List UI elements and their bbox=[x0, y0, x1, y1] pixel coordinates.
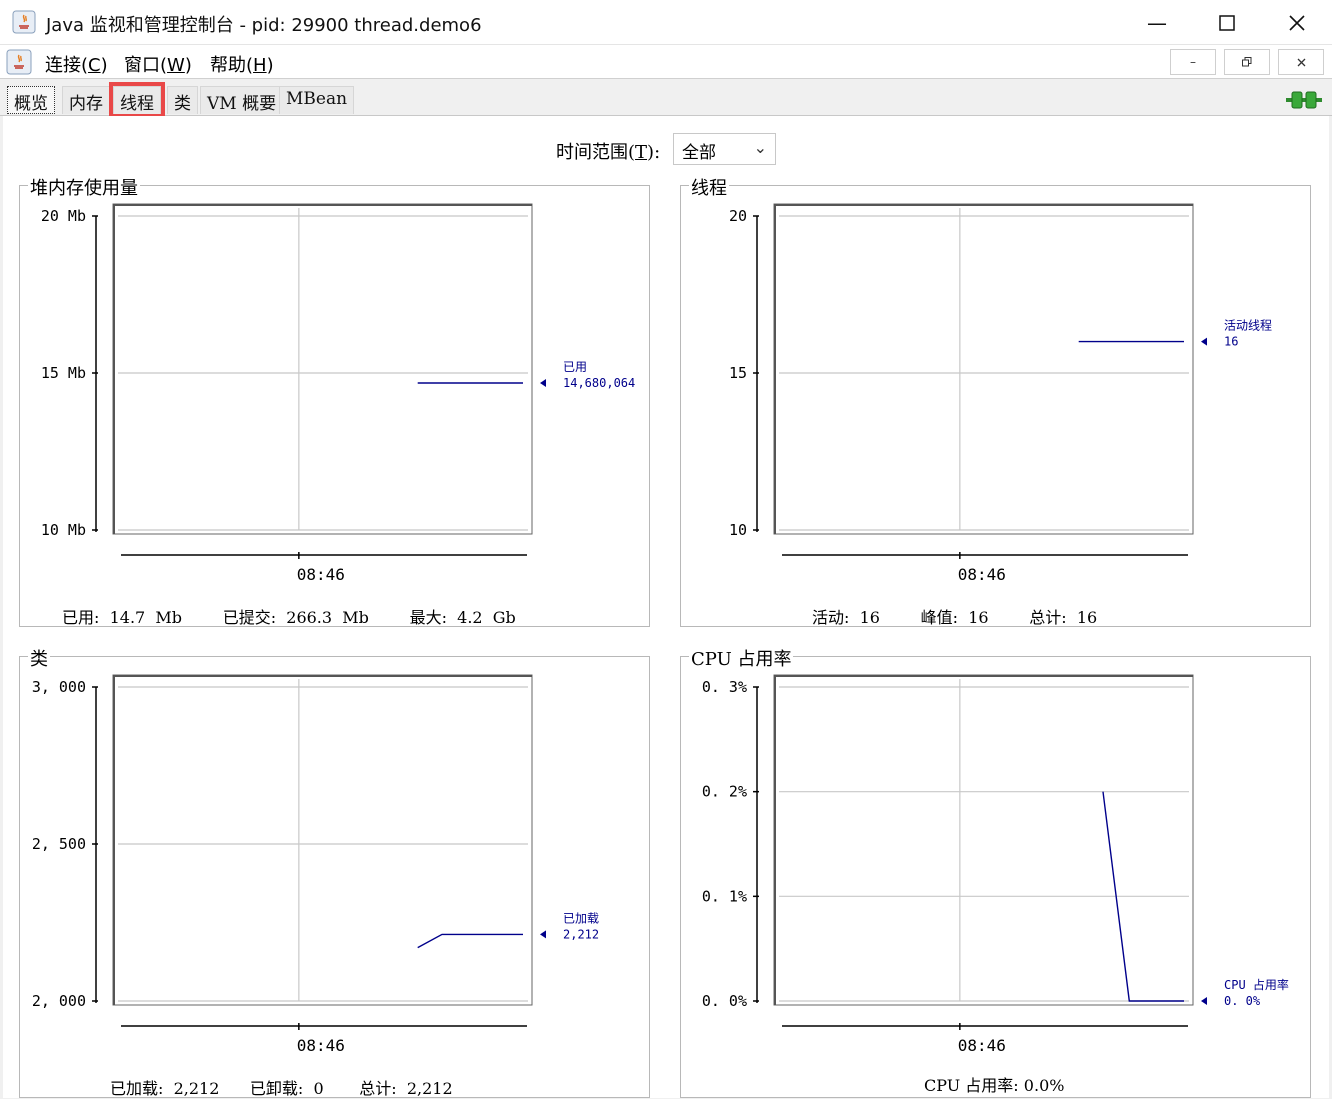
y-tick-label: 20 bbox=[729, 207, 747, 225]
heap-stats: 已用: 14.7 Mb 已提交: 266.3 Mb 最大: 4.2 Gb bbox=[62, 608, 516, 627]
classes-panel-title: 类 bbox=[28, 645, 50, 671]
close-icon bbox=[1297, 58, 1305, 66]
y-tick-label: 3, 000 bbox=[32, 678, 86, 696]
minimize-icon: – bbox=[1190, 55, 1196, 69]
plot-frame bbox=[773, 674, 1194, 1006]
y-tick-label: 2, 000 bbox=[32, 992, 86, 1010]
y-tick-label: 15 bbox=[729, 364, 747, 382]
threads-panel-title: 线程 bbox=[689, 174, 729, 200]
menu-bar: 连接(C) 窗口(W) 帮助(H) – bbox=[0, 45, 1332, 79]
series-value-label: 16 bbox=[1224, 335, 1238, 349]
plot-frame bbox=[112, 674, 533, 1006]
window-title: Java 监视和管理控制台 - pid: 29900 thread.demo6 bbox=[46, 15, 482, 36]
plot-frame bbox=[773, 203, 1194, 535]
series-name-label: CPU 占用率 bbox=[1224, 977, 1289, 992]
time-range-label: 时间范围(T): bbox=[556, 142, 661, 163]
maximize-icon bbox=[1219, 14, 1235, 31]
series-value-label: 14,680,064 bbox=[563, 376, 635, 390]
series-name-label: 已用 bbox=[563, 360, 587, 374]
tab-bar: 概览 内存 线程 类 VM 概要 MBean bbox=[0, 80, 1332, 118]
x-tick-label: 08:46 bbox=[958, 1036, 1006, 1055]
java-menu-icon[interactable] bbox=[6, 49, 32, 75]
time-range-select[interactable]: 全部 ⌄ bbox=[673, 133, 776, 165]
heap-chart: 20 Mb 15 Mb 10 Mb 08:46 已用 14,680,064 bbox=[41, 203, 635, 584]
heap-panel-title: 堆内存使用量 bbox=[28, 174, 140, 200]
classes-chart: 3, 000 2, 500 2, 000 08:46 已加载 2,212 bbox=[32, 674, 599, 1055]
menu-help[interactable]: 帮助(H) bbox=[210, 51, 274, 77]
cpu-chart: 0. 3% 0. 2% 0. 1% 0. 0% 08:46 CPU 占用率 0. 0% bbox=[702, 674, 1289, 1055]
series-marker bbox=[1201, 337, 1207, 346]
y-tick-label: 0. 0% bbox=[702, 992, 747, 1010]
y-tick-label: 0. 2% bbox=[702, 783, 747, 801]
tab-overview[interactable]: 概览 bbox=[7, 86, 55, 114]
threads-stats: 活动: 16 峰值: 16 总计: 16 bbox=[812, 608, 1098, 627]
internal-restore-button[interactable] bbox=[1224, 49, 1270, 75]
threads-chart: 20 15 10 08:46 活动线程 16 bbox=[729, 203, 1272, 584]
restore-icon bbox=[1242, 57, 1252, 67]
x-tick-label: 08:46 bbox=[297, 1036, 345, 1055]
internal-minimize-button[interactable]: – bbox=[1170, 49, 1216, 75]
y-tick-label: 10 Mb bbox=[41, 521, 86, 539]
series-marker bbox=[540, 930, 546, 939]
y-tick-label: 2, 500 bbox=[32, 835, 86, 853]
y-tick-label: 0. 1% bbox=[702, 887, 747, 905]
internal-close-button[interactable] bbox=[1278, 49, 1324, 75]
chevron-down-icon: ⌄ bbox=[753, 138, 767, 157]
tab-memory[interactable]: 内存 bbox=[62, 86, 110, 114]
title-bar: Java 监视和管理控制台 - pid: 29900 thread.demo6 … bbox=[0, 0, 1332, 45]
tab-vm-summary[interactable]: VM 概要 bbox=[200, 86, 284, 114]
tab-threads[interactable]: 线程 bbox=[109, 82, 165, 118]
tab-classes[interactable]: 类 bbox=[167, 86, 198, 114]
menu-connect[interactable]: 连接(C) bbox=[45, 51, 108, 77]
y-tick-label: 20 Mb bbox=[41, 207, 86, 225]
cpu-panel-title: CPU 占用率 bbox=[689, 645, 794, 671]
series-marker bbox=[1201, 997, 1207, 1005]
series-name-label: 已加载 bbox=[563, 911, 599, 925]
y-tick-label: 10 bbox=[729, 521, 747, 539]
cpu-stats: CPU 占用率: 0.0% bbox=[924, 1076, 1065, 1095]
minimize-button[interactable]: — bbox=[1122, 0, 1192, 45]
plot-frame bbox=[112, 203, 533, 535]
close-icon bbox=[1289, 14, 1305, 31]
y-tick-label: 0. 3% bbox=[702, 678, 747, 696]
x-tick-label: 08:46 bbox=[958, 565, 1006, 584]
classes-stats: 已加载: 2,212 已卸载: 0 总计: 2,212 bbox=[110, 1079, 453, 1098]
x-tick-label: 08:46 bbox=[297, 565, 345, 584]
minimize-icon: — bbox=[1147, 10, 1167, 35]
close-button[interactable] bbox=[1262, 0, 1332, 45]
series-value-label: 0. 0% bbox=[1224, 994, 1261, 1008]
maximize-button[interactable] bbox=[1192, 0, 1262, 45]
menu-window[interactable]: 窗口(W) bbox=[124, 51, 192, 77]
java-app-icon bbox=[12, 10, 36, 34]
series-value-label: 2,212 bbox=[563, 927, 599, 941]
series-name-label: 活动线程 bbox=[1224, 318, 1272, 333]
tab-mbean[interactable]: MBean bbox=[279, 86, 355, 114]
series-marker bbox=[540, 379, 546, 388]
connection-status-icon[interactable] bbox=[1286, 90, 1322, 110]
y-tick-label: 15 Mb bbox=[41, 364, 86, 382]
